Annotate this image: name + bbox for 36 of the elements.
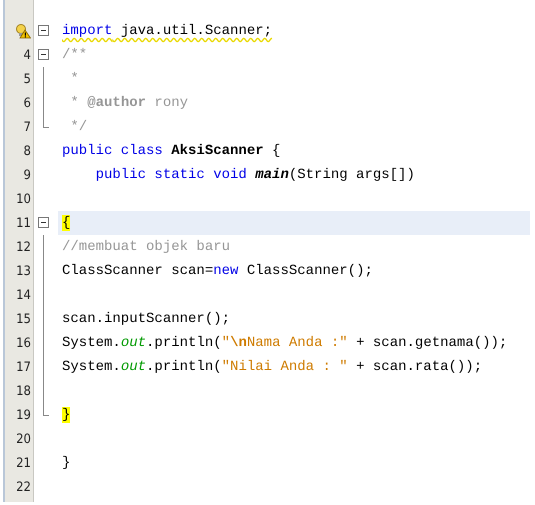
line-number: 14 bbox=[16, 288, 31, 302]
line-number: 7 bbox=[24, 120, 31, 134]
code-line: //membuat objek baru bbox=[62, 239, 230, 255]
line-number: 9 bbox=[24, 168, 31, 182]
line-number: 4 bbox=[24, 48, 31, 62]
code-line: /** bbox=[62, 47, 88, 63]
code-line: */ bbox=[69, 119, 88, 135]
code-line: import java.util.Scanner; bbox=[62, 23, 272, 39]
collapse-icon[interactable] bbox=[38, 25, 49, 36]
line-number: 18 bbox=[16, 384, 31, 398]
code-line: public static void main(String args[]) bbox=[94, 167, 415, 183]
line-number: 6 bbox=[24, 96, 31, 110]
lightbulb-warning-icon[interactable] bbox=[15, 23, 31, 39]
line-number: 5 bbox=[24, 72, 31, 86]
line-number: 17 bbox=[16, 360, 31, 374]
code-line: System.out.println("\nNama Anda :" + scan.getnama()); bbox=[62, 335, 508, 351]
collapse-icon[interactable] bbox=[38, 49, 49, 60]
line-number: 20 bbox=[16, 432, 31, 446]
line-number: 13 bbox=[16, 264, 31, 278]
line-number: 8 bbox=[24, 144, 31, 158]
code-line: * bbox=[69, 71, 79, 87]
line-number: 22 bbox=[16, 480, 31, 494]
collapse-icon[interactable] bbox=[38, 217, 49, 228]
code-line: * @author rony bbox=[69, 95, 188, 111]
code-line: scan.inputScanner(); bbox=[62, 311, 230, 327]
code-line: ClassScanner scan=new ClassScanner(); bbox=[62, 263, 373, 279]
line-number: 19 bbox=[16, 408, 31, 422]
line-number: 12 bbox=[16, 240, 31, 254]
code-line: public class AksiScanner { bbox=[62, 143, 280, 159]
line-number: 15 bbox=[16, 312, 31, 326]
line-number: 16 bbox=[16, 336, 31, 350]
line-number: 11 bbox=[16, 216, 31, 230]
code-line: System.out.println("Nilai Anda : " + scan.rata()); bbox=[62, 359, 482, 375]
line-number: 10 bbox=[16, 192, 31, 206]
line-number: 21 bbox=[16, 456, 31, 470]
code-line: } bbox=[62, 455, 70, 471]
